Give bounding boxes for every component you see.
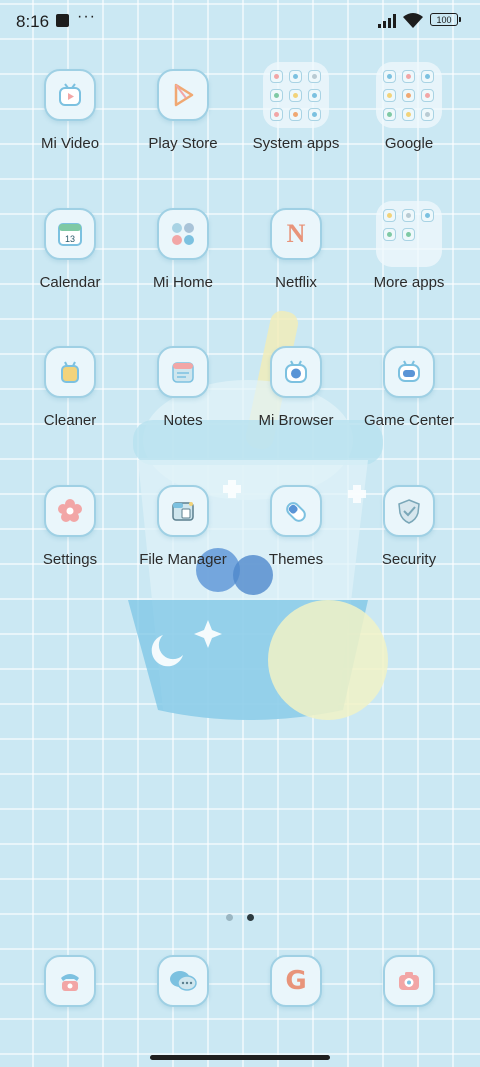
signal-icon bbox=[378, 14, 396, 28]
dock-messages[interactable] bbox=[157, 955, 209, 1007]
app-settings[interactable]: Settings bbox=[15, 485, 125, 568]
app-file-manager[interactable]: File Manager bbox=[128, 485, 238, 568]
folder-google[interactable]: Google bbox=[354, 62, 464, 152]
app-label: Cleaner bbox=[43, 412, 97, 429]
calendar-date: 13 bbox=[65, 234, 75, 244]
google-g-icon: G bbox=[285, 966, 307, 996]
cleaner-icon bbox=[61, 361, 79, 383]
calendar-icon: 13 bbox=[58, 223, 82, 246]
app-game-center[interactable]: Game Center bbox=[354, 346, 464, 429]
shield-icon bbox=[398, 499, 420, 524]
netflix-icon: N bbox=[286, 219, 306, 248]
clock: 8:16 bbox=[16, 12, 50, 31]
app-label: System apps bbox=[252, 135, 340, 152]
app-label: File Manager bbox=[139, 551, 227, 568]
app-notes[interactable]: Notes bbox=[128, 346, 238, 429]
app-label: More apps bbox=[373, 274, 445, 291]
app-label: Calendar bbox=[39, 274, 101, 291]
game-center-icon bbox=[398, 360, 420, 382]
app-mi-video[interactable]: Mi Video bbox=[15, 69, 125, 152]
more-notifications-icon: ··· bbox=[77, 8, 96, 25]
app-label: Game Center bbox=[363, 412, 455, 429]
app-label: Security bbox=[381, 551, 437, 568]
play-store-icon bbox=[174, 83, 194, 107]
page-dot-2[interactable] bbox=[247, 914, 255, 921]
page-indicator bbox=[0, 908, 480, 926]
wifi-icon bbox=[403, 13, 423, 28]
app-label: Mi Home bbox=[152, 274, 213, 291]
mi-video-icon bbox=[59, 83, 81, 106]
battery-icon: 100 bbox=[430, 13, 461, 26]
app-calendar[interactable]: 13 Calendar bbox=[15, 208, 125, 291]
dock-camera[interactable] bbox=[383, 955, 435, 1007]
home-gesture-bar[interactable] bbox=[150, 1055, 330, 1060]
notification-icon bbox=[56, 14, 69, 27]
app-mi-home[interactable]: Mi Home bbox=[128, 208, 238, 291]
browser-icon bbox=[285, 360, 307, 383]
app-label: Mi Browser bbox=[258, 412, 334, 429]
messages-icon bbox=[170, 971, 197, 991]
app-netflix[interactable]: N Netflix bbox=[241, 208, 351, 291]
folder-icon bbox=[376, 201, 442, 267]
flower-settings-icon bbox=[58, 499, 82, 522]
app-mi-browser[interactable]: Mi Browser bbox=[241, 346, 351, 429]
app-label: Google bbox=[384, 135, 434, 152]
phone-icon bbox=[61, 974, 79, 991]
status-bar: 8:16 ··· 100 bbox=[0, 0, 480, 42]
app-themes[interactable]: Themes bbox=[241, 485, 351, 568]
app-label: Mi Video bbox=[40, 135, 100, 152]
dock-phone[interactable] bbox=[44, 955, 96, 1007]
folder-icon bbox=[376, 62, 442, 128]
camera-icon bbox=[399, 972, 419, 990]
app-cleaner[interactable]: Cleaner bbox=[15, 346, 125, 429]
app-label: Notes bbox=[163, 412, 203, 429]
folder-icon bbox=[263, 62, 329, 128]
app-label: Play Store bbox=[148, 135, 218, 152]
app-label: Settings bbox=[42, 551, 98, 568]
page-dot-1[interactable] bbox=[225, 914, 233, 921]
notes-icon bbox=[172, 362, 194, 383]
mi-home-icon bbox=[172, 223, 194, 245]
app-security[interactable]: Security bbox=[354, 485, 464, 568]
themes-icon bbox=[286, 502, 306, 522]
dock-chrome[interactable]: G bbox=[270, 955, 322, 1007]
folder-more-apps[interactable]: More apps bbox=[354, 201, 464, 291]
file-manager-icon bbox=[172, 502, 194, 521]
folder-system-apps[interactable]: System apps bbox=[241, 62, 351, 152]
app-play-store[interactable]: Play Store bbox=[128, 69, 238, 152]
app-label: Themes bbox=[268, 551, 324, 568]
app-label: Netflix bbox=[275, 274, 317, 291]
